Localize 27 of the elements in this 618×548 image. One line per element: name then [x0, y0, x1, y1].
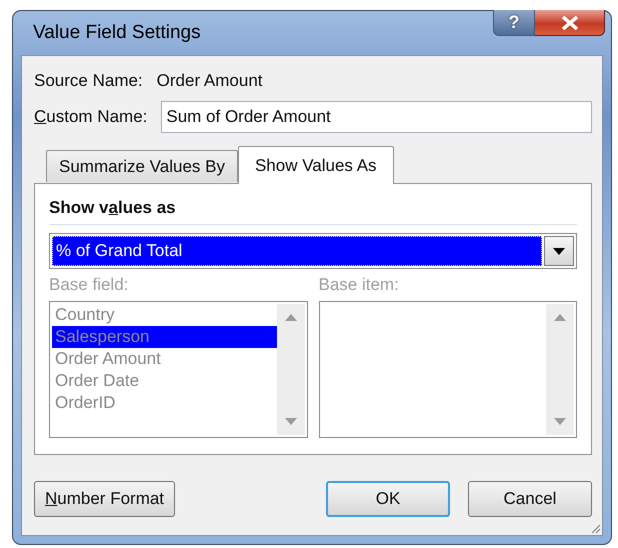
number-format-button[interactable]: Number Format: [34, 481, 176, 517]
field-value: Order Amount: [156, 71, 262, 91]
dialog-button[interactable]: OK: [326, 481, 450, 517]
base-item-list[interactable]: [318, 301, 577, 438]
dialog-button[interactable]: Cancel: [468, 481, 592, 517]
scroll-down-icon[interactable]: [554, 418, 566, 425]
field-label: Source Name:: [34, 71, 143, 91]
section-heading: Show values as: [49, 198, 577, 225]
close-button[interactable]: [535, 10, 605, 36]
show-values-dropdown[interactable]: % of Grand Total: [49, 233, 577, 269]
list-label: Base field:: [49, 275, 130, 295]
dropdown-button[interactable]: [544, 236, 574, 266]
scroll-up-icon[interactable]: [284, 314, 296, 321]
close-icon: [560, 16, 578, 30]
caret-icon: [553, 248, 565, 254]
field-label: Custom Name:: [34, 107, 148, 127]
custom-name-field[interactable]: Sum of Order Amount: [161, 101, 592, 133]
dropdown-value: % of Grand Total: [52, 236, 542, 266]
list-label: Base item:: [318, 275, 400, 295]
tab[interactable]: Show Values As: [238, 146, 394, 184]
resize-grip-icon[interactable]: [589, 522, 601, 534]
scrollbar[interactable]: [546, 304, 574, 435]
scroll-down-icon[interactable]: [284, 418, 296, 425]
scrollbar[interactable]: [276, 304, 304, 435]
scroll-up-icon[interactable]: [554, 314, 566, 321]
window-title: Value Field Settings: [33, 22, 201, 44]
tab[interactable]: Summarize Values By: [46, 150, 238, 182]
